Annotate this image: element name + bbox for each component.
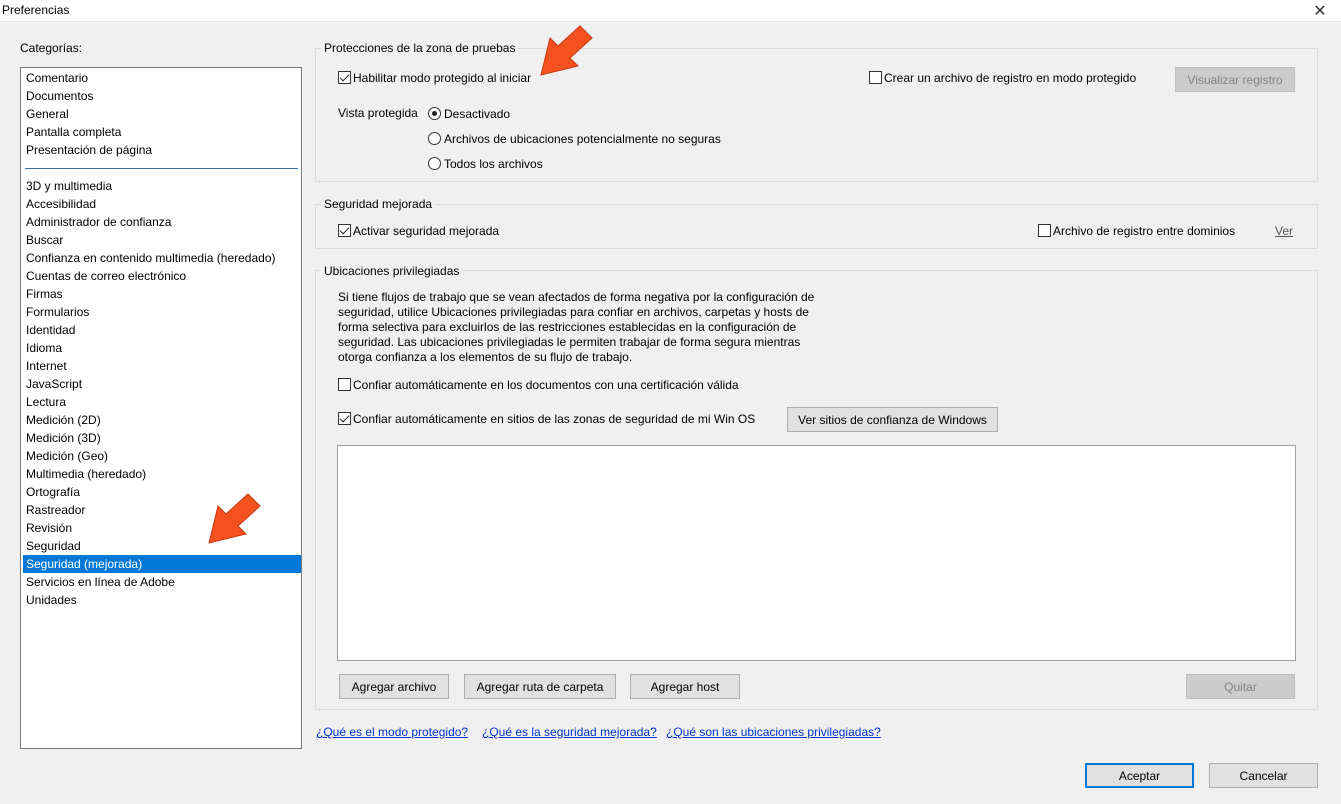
enable-protected-mode-checkbox[interactable] (338, 71, 351, 84)
sidebar-item[interactable]: Pantalla completa (23, 123, 301, 141)
privileged-locations-list[interactable] (337, 445, 1296, 661)
view-log-button[interactable]: Visualizar registro (1175, 67, 1295, 92)
trust-os-zones-checkbox[interactable] (338, 412, 351, 425)
enable-enhanced-security-checkbox[interactable] (338, 224, 351, 237)
sidebar-item[interactable]: Seguridad (mejorada) (23, 555, 301, 573)
radio-off-label: Desactivado (444, 107, 511, 121)
enhanced-security-help-link[interactable]: ¿Qué es la seguridad mejorada? (482, 725, 657, 739)
categories-label: Categorías: (20, 41, 83, 55)
add-file-button[interactable]: Agregar archivo (339, 674, 449, 699)
sidebar-item[interactable]: Administrador de confianza (23, 213, 301, 231)
sidebar-item[interactable]: Medición (2D) (23, 411, 301, 429)
radio-unsafe-locations[interactable] (428, 132, 441, 145)
annotation-arrow-icon (208, 493, 261, 544)
sidebar-item[interactable]: Firmas (23, 285, 301, 303)
trust-certified-checkbox[interactable] (338, 378, 351, 391)
sidebar-item[interactable]: Presentación de página (23, 141, 301, 159)
create-log-checkbox[interactable] (869, 71, 882, 84)
enable-protected-mode-label: Habilitar modo protegido al iniciar (353, 71, 532, 85)
sidebar-item[interactable]: Confianza en contenido multimedia (hered… (23, 249, 301, 267)
privileged-locations-title: Ubicaciones privilegiadas (321, 264, 463, 278)
cross-domain-log-label: Archivo de registro entre dominios (1053, 224, 1236, 238)
sidebar-item[interactable]: Buscar (23, 231, 301, 249)
create-log-label: Crear un archivo de registro en modo pro… (884, 71, 1137, 85)
sidebar-item[interactable]: Cuentas de correo electrónico (23, 267, 301, 285)
sidebar-item[interactable]: Multimedia (heredado) (23, 465, 301, 483)
remove-button[interactable]: Quitar (1186, 674, 1295, 699)
radio-all-files-label: Todos los archivos (444, 157, 543, 171)
sidebar-item[interactable]: Comentario (23, 69, 301, 87)
sidebar-item[interactable]: JavaScript (23, 375, 301, 393)
radio-unsafe-locations-label: Archivos de ubicaciones potencialmente n… (444, 132, 721, 146)
radio-all-files[interactable] (428, 157, 441, 170)
sidebar-item[interactable]: 3D y multimedia (23, 177, 301, 195)
sidebar-item[interactable]: Medición (3D) (23, 429, 301, 447)
privileged-description: Si tiene flujos de trabajo que se vean a… (338, 290, 815, 364)
title-bar: Preferencias ✕ (0, 0, 1341, 22)
sidebar-item[interactable]: Servicios en línea de Adobe (23, 573, 301, 591)
sidebar-item[interactable]: Unidades (23, 591, 301, 609)
sidebar-item[interactable]: Lectura (23, 393, 301, 411)
radio-off[interactable] (428, 107, 441, 120)
sidebar-item[interactable]: Internet (23, 357, 301, 375)
protected-view-label: Vista protegida (338, 106, 418, 120)
trust-os-zones-label: Confiar automáticamente en sitios de las… (353, 412, 756, 426)
categories-list[interactable]: Comentario Documentos General Pantalla comp… (20, 67, 302, 749)
close-icon[interactable]: ✕ (1300, 0, 1340, 22)
view-windows-sites-button[interactable]: Ver sitios de confianza de Windows (787, 407, 998, 432)
sidebar-item[interactable]: Identidad (23, 321, 301, 339)
view-cross-domain-log-link[interactable]: Ver (1275, 224, 1293, 238)
enable-enhanced-security-label: Activar seguridad mejorada (353, 224, 500, 238)
add-folder-path-button[interactable]: Agregar ruta de carpeta (464, 674, 616, 699)
sidebar-item[interactable]: Documentos (23, 87, 301, 105)
privileged-locations-help-link[interactable]: ¿Qué son las ubicaciones privilegiadas? (666, 725, 881, 739)
sidebar-item[interactable]: Medición (Geo) (23, 447, 301, 465)
ok-button[interactable]: Aceptar (1085, 763, 1194, 788)
sidebar-item[interactable]: Formularios (23, 303, 301, 321)
add-host-button[interactable]: Agregar host (630, 674, 740, 699)
protected-mode-help-link[interactable]: ¿Qué es el modo protegido? (316, 725, 468, 739)
sandbox-group-title: Protecciones de la zona de pruebas (321, 41, 519, 55)
cross-domain-log-checkbox[interactable] (1038, 224, 1051, 237)
cancel-button[interactable]: Cancelar (1209, 763, 1318, 788)
enhanced-security-title: Seguridad mejorada (321, 197, 436, 211)
sidebar-item[interactable]: Accesibilidad (23, 195, 301, 213)
trust-certified-label: Confiar automáticamente en los documento… (353, 378, 739, 392)
annotation-arrow-icon (540, 25, 593, 76)
sidebar-item[interactable]: General (23, 105, 301, 123)
sidebar-item[interactable]: Idioma (23, 339, 301, 357)
sidebar-separator (25, 168, 298, 169)
window-title: Preferencias (2, 3, 70, 17)
